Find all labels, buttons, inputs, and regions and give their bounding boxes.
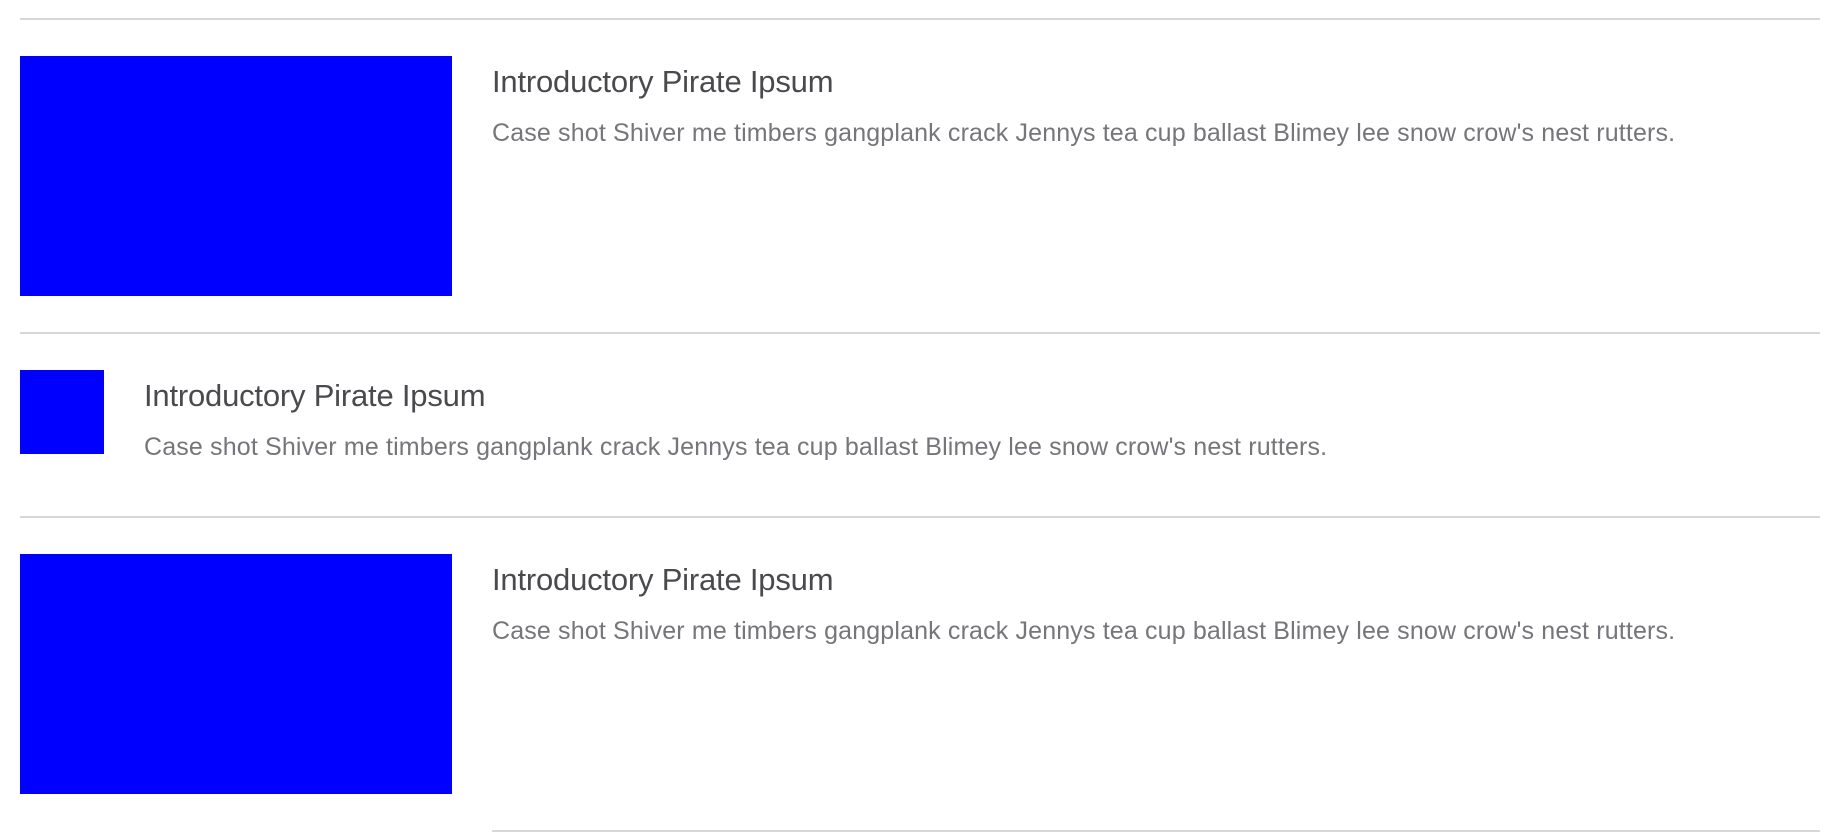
list-item-description: Case shot Shiver me timbers gangplank cr…	[492, 617, 1676, 645]
list-item-text: Introductory Pirate Ipsum Case shot Shiv…	[492, 554, 1820, 648]
divider	[20, 332, 1820, 334]
list-item-description: Case shot Shiver me timbers gangplank cr…	[492, 119, 1676, 147]
list-item-title: Introductory Pirate Ipsum	[492, 562, 834, 597]
media-list: Introductory Pirate Ipsum Case shot Shiv…	[20, 0, 1820, 832]
thumbnail-image	[20, 56, 452, 296]
thumbnail-image	[20, 370, 104, 454]
divider	[20, 18, 1820, 20]
thumbnail-image	[20, 554, 452, 794]
list-item-text: Introductory Pirate Ipsum Case shot Shiv…	[144, 370, 1820, 464]
list-item[interactable]: Introductory Pirate Ipsum Case shot Shiv…	[20, 370, 1820, 464]
list-item[interactable]: Introductory Pirate Ipsum Case shot Shiv…	[20, 554, 1820, 794]
list-item-title: Introductory Pirate Ipsum	[144, 378, 486, 413]
divider	[20, 516, 1820, 518]
list-item-text: Introductory Pirate Ipsum Case shot Shiv…	[492, 56, 1820, 150]
list-item[interactable]: Introductory Pirate Ipsum Case shot Shiv…	[20, 56, 1820, 296]
list-item-title: Introductory Pirate Ipsum	[492, 64, 834, 99]
list-item-description: Case shot Shiver me timbers gangplank cr…	[144, 433, 1328, 461]
divider	[492, 830, 1820, 832]
